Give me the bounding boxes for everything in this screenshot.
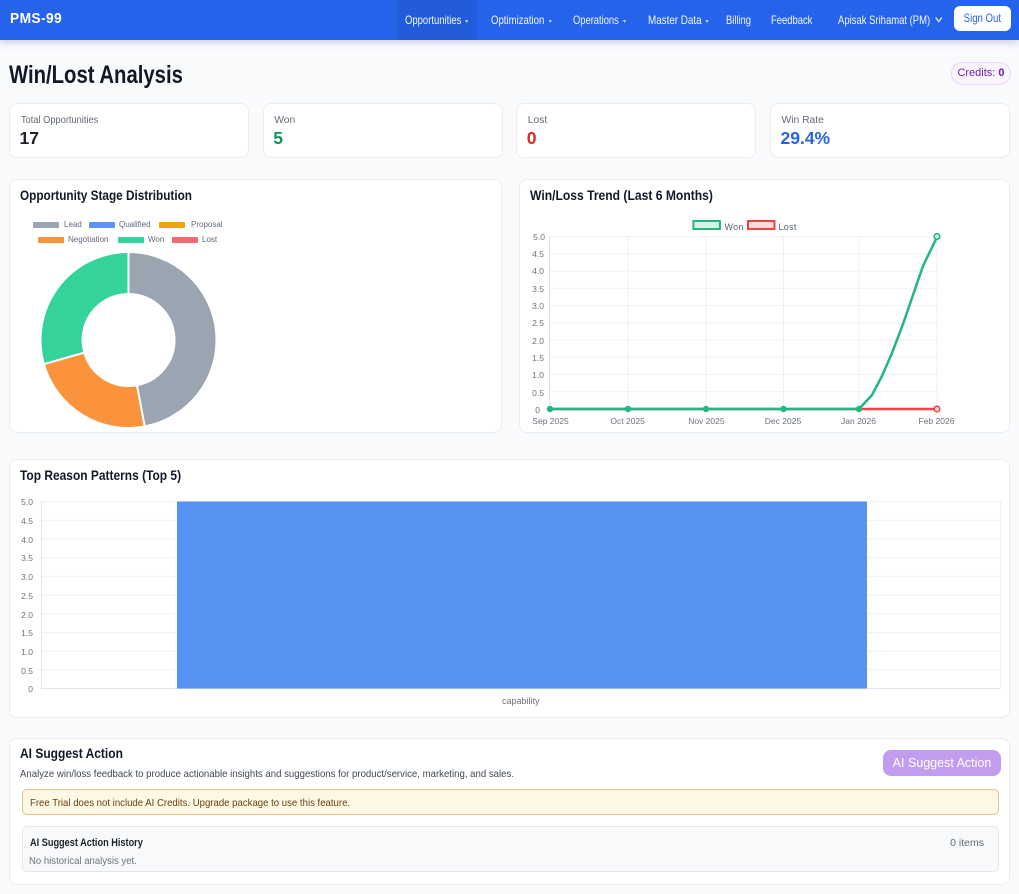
svg-text:Lost: Lost <box>779 222 797 232</box>
svg-text:Won: Won <box>725 222 744 232</box>
